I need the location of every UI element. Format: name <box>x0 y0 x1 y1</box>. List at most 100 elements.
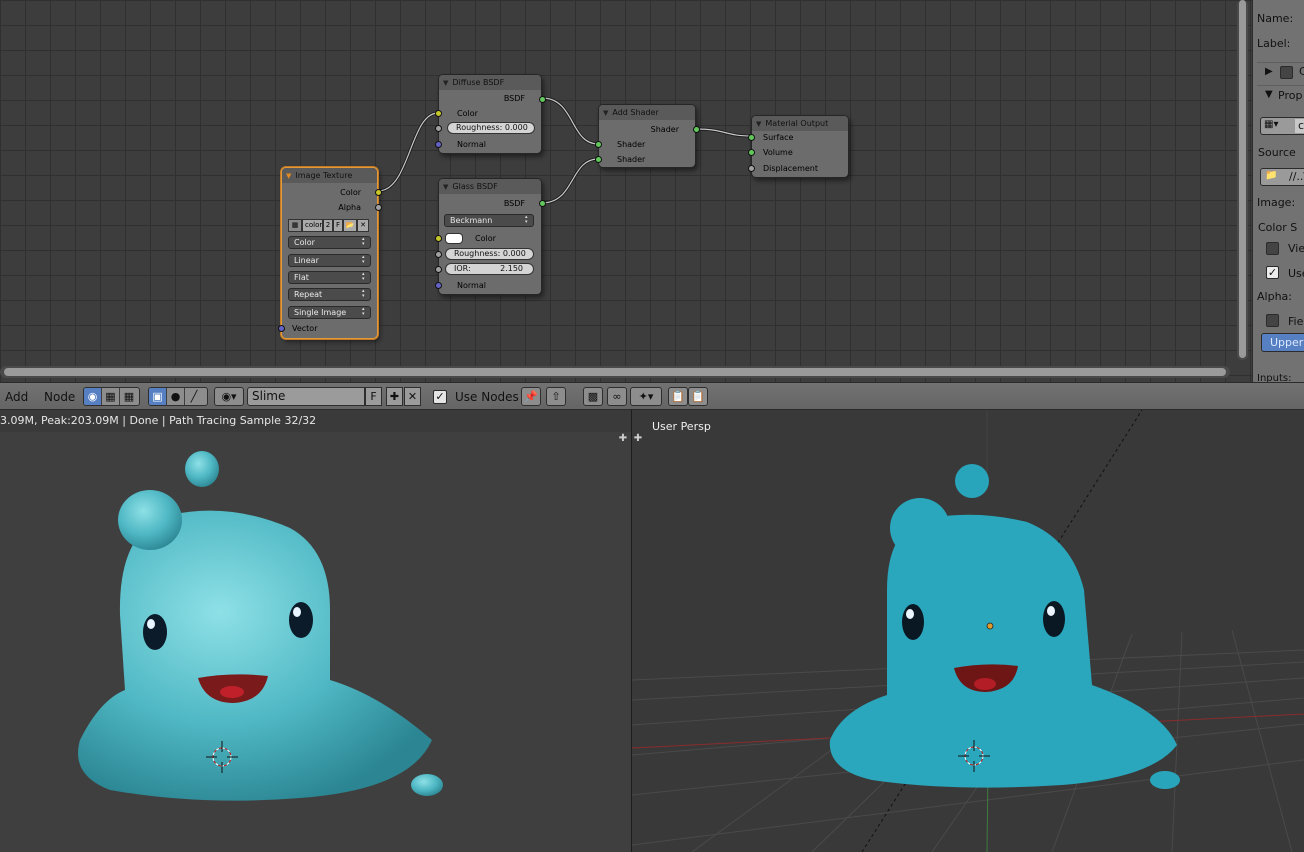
material-fake-user-button[interactable]: F <box>365 387 382 406</box>
image-browse-icon[interactable]: ▦ <box>288 219 302 232</box>
texture-nodes-icon[interactable]: ▦ <box>120 388 138 405</box>
interpolation-select[interactable]: Linear <box>288 254 371 267</box>
color-output-socket[interactable] <box>375 189 382 196</box>
ior-input-socket[interactable] <box>435 266 442 273</box>
shader-source-toggle[interactable]: ▣ ● ╱ <box>148 387 208 406</box>
collapse-triangle-icon[interactable]: ▼ <box>1265 89 1273 100</box>
image-datablock-selector[interactable]: ▦ color 2 F 📂 ✕ <box>288 219 371 232</box>
roughness-input-socket[interactable] <box>435 251 442 258</box>
shader-output-socket[interactable] <box>693 126 700 133</box>
expand-triangle-icon[interactable]: ▶ <box>1265 66 1273 77</box>
collapse-triangle-icon[interactable]: ▼ <box>603 109 608 117</box>
new-material-icon[interactable]: ✚ <box>386 387 403 406</box>
vertical-scrollbar-thumb[interactable] <box>1239 0 1246 358</box>
normal-input-socket[interactable] <box>435 282 442 289</box>
panel-checkbox[interactable] <box>1280 66 1293 79</box>
material-name-field[interactable]: Slime <box>247 387 365 406</box>
line-style-icon[interactable]: ╱ <box>185 388 203 405</box>
color-input-socket[interactable] <box>435 235 442 242</box>
3d-viewport[interactable]: User Persp ✚ <box>632 410 1304 852</box>
material-output-header[interactable]: ▼ Material Output <box>752 116 848 131</box>
unlink-image-icon[interactable]: ✕ <box>357 219 369 232</box>
collapse-triangle-icon[interactable]: ▼ <box>756 120 761 128</box>
paste-nodes-icon[interactable]: 📋 <box>688 387 708 406</box>
world-shader-icon[interactable]: ● <box>167 388 185 405</box>
menu-node[interactable]: Node <box>44 390 75 404</box>
roughness-input-socket[interactable] <box>435 125 442 132</box>
material-output-in-displacement: Displacement <box>763 164 818 173</box>
color-space-select[interactable]: Color <box>288 236 371 249</box>
unlink-material-icon[interactable]: ✕ <box>404 387 421 406</box>
snap-element-select-icon[interactable]: ✦▾ <box>630 387 662 406</box>
add-shader-header[interactable]: ▼ Add Shader <box>599 105 695 120</box>
color-input-socket[interactable] <box>435 110 442 117</box>
material-output-title: Material Output <box>765 119 829 128</box>
menu-add[interactable]: Add <box>5 390 28 404</box>
image-texture-header[interactable]: ▼ Image Texture <box>282 168 377 183</box>
color-panel-label[interactable]: C <box>1299 65 1304 78</box>
image-name-text[interactable]: c <box>1295 119 1304 133</box>
folder-icon[interactable]: 📁 <box>1265 170 1277 181</box>
surface-input-socket[interactable] <box>748 134 755 141</box>
volume-input-socket[interactable] <box>748 149 755 156</box>
shader-input-socket-2[interactable] <box>595 156 602 163</box>
view-as-render-checkbox[interactable] <box>1266 242 1279 255</box>
add-shader-node[interactable]: ▼ Add Shader Shader Shader Shader <box>595 104 700 168</box>
node-editor[interactable]: ▼ Image Texture Color Alpha ▦ color 2 F 📂… <box>0 0 1252 382</box>
material-sphere-icon[interactable]: ◉▾ <box>221 390 236 403</box>
horizontal-scrollbar-thumb[interactable] <box>4 368 1226 376</box>
add-shader-title: Add Shader <box>612 108 659 117</box>
use-alpha-checkbox[interactable]: ✓ <box>1266 266 1279 279</box>
copy-nodes-icon[interactable]: 📋 <box>668 387 688 406</box>
alpha-output-socket[interactable] <box>375 204 382 211</box>
file-path-text[interactable]: //..\ <box>1289 170 1304 184</box>
parent-node-tree-icon[interactable]: ⇧ <box>546 387 566 406</box>
image-browse-icon[interactable]: ▦▾ <box>1264 119 1278 130</box>
normal-input-socket[interactable] <box>435 141 442 148</box>
use-nodes-checkbox[interactable]: ✓ <box>433 390 447 404</box>
glass-bsdf-header[interactable]: ▼ Glass BSDF <box>439 179 541 194</box>
vector-input-socket[interactable] <box>278 325 285 332</box>
image-texture-node[interactable]: ▼ Image Texture Color Alpha ▦ color 2 F 📂… <box>278 167 382 339</box>
diffuse-bsdf-header[interactable]: ▼ Diffuse BSDF <box>439 75 541 90</box>
collapse-triangle-icon[interactable]: ▼ <box>286 172 291 180</box>
material-output-in-volume: Volume <box>763 148 793 157</box>
diffuse-bsdf-node[interactable]: ▼ Diffuse BSDF BSDF Color Roughness: 0.00… <box>435 74 546 154</box>
file-path-field[interactable]: 📁 //..\ <box>1260 168 1304 186</box>
projection-select[interactable]: Flat <box>288 271 371 284</box>
properties-panel-label[interactable]: Prop <box>1278 89 1302 102</box>
horizontal-scrollbar[interactable] <box>0 366 1230 378</box>
split-area-icon[interactable]: ✚ <box>633 434 643 444</box>
rendered-viewport[interactable]: 3.09M, Peak:203.09M | Done | Path Tracin… <box>0 410 631 852</box>
image-datablock-button[interactable]: ▦▾ c <box>1260 117 1304 135</box>
extension-select[interactable]: Repeat <box>288 288 371 301</box>
shader-type-toggle[interactable]: ◉ ▦ ▦ <box>83 387 140 406</box>
snap-toggle-icon[interactable]: ∞ <box>607 387 627 406</box>
backdrop-icon[interactable]: ▩ <box>583 387 603 406</box>
glass-bsdf-node[interactable]: ▼ Glass BSDF BSDF Beckmann Color Roughnes… <box>435 178 546 295</box>
collapse-triangle-icon[interactable]: ▼ <box>443 79 448 87</box>
ior-field[interactable]: IOR: 2.150 <box>445 263 534 275</box>
shader-nodes-icon[interactable]: ◉ <box>84 388 102 405</box>
fields-checkbox[interactable] <box>1266 314 1279 327</box>
vertical-scrollbar[interactable] <box>1237 0 1248 360</box>
glass-roughness-field[interactable]: Roughness: 0.000 <box>445 248 534 260</box>
diffuse-roughness-field[interactable]: Roughness: 0.000 <box>447 122 535 134</box>
compositing-nodes-icon[interactable]: ▦ <box>102 388 120 405</box>
material-output-node[interactable]: ▼ Material Output Surface Volume Displace… <box>748 115 849 178</box>
bsdf-output-socket[interactable] <box>539 200 546 207</box>
pin-icon[interactable]: 📌 <box>521 387 541 406</box>
open-image-icon[interactable]: 📂 <box>343 219 357 232</box>
shader-input-socket-1[interactable] <box>595 141 602 148</box>
displacement-input-socket[interactable] <box>748 165 755 172</box>
collapse-triangle-icon[interactable]: ▼ <box>443 183 448 191</box>
image-name-field[interactable]: color <box>302 219 323 232</box>
upper-first-button[interactable]: Upper <box>1261 333 1304 352</box>
bsdf-output-socket[interactable] <box>539 96 546 103</box>
source-select[interactable]: Single Image <box>288 306 371 319</box>
distribution-select[interactable]: Beckmann <box>444 214 534 227</box>
image-users-count[interactable]: 2 <box>323 219 333 232</box>
material-browse-button[interactable]: ◉▾ <box>214 387 244 406</box>
object-shader-icon[interactable]: ▣ <box>149 388 167 405</box>
fake-user-button[interactable]: F <box>333 219 343 232</box>
